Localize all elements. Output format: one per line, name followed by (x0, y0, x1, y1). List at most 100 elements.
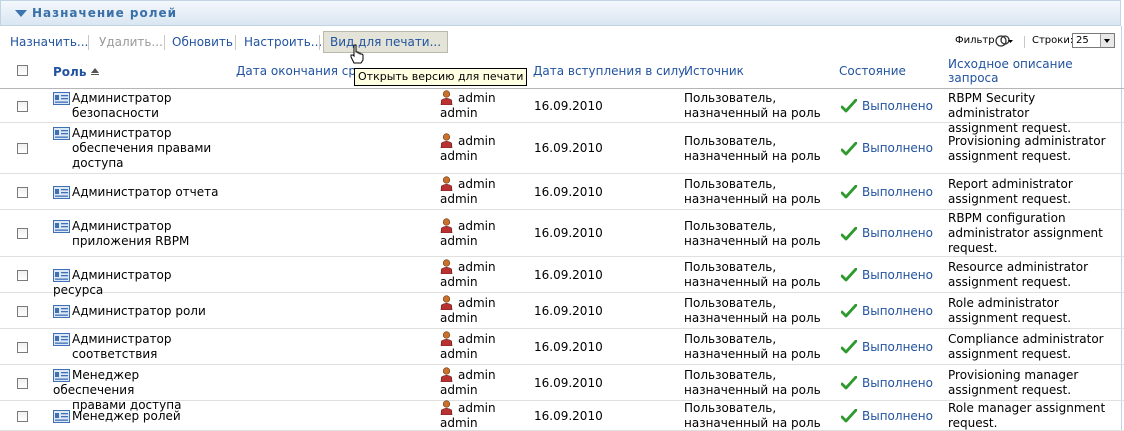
table-row: Администратор ресурса admin admin 16.09.201… (0, 257, 1124, 297)
effective-date: 16.09.2010 (534, 99, 603, 113)
status-link[interactable]: Выполнено (862, 226, 933, 241)
assigned-by-user: admin (458, 134, 496, 148)
column-status[interactable]: Состояние (839, 64, 906, 78)
role-name-link[interactable]: Администратор соответствия (53, 332, 223, 362)
assignment-source-line: назначенный на роль (684, 383, 821, 397)
request-description-line: Report administrator (948, 177, 1073, 191)
column-source[interactable]: Источник (684, 64, 744, 78)
role-name-line: Администратор (72, 126, 172, 140)
print-view-button[interactable]: Вид для печати... (323, 31, 449, 53)
table-header: Роль Дата окончания сро Дата вступления … (0, 56, 1124, 89)
user-icon (440, 133, 453, 148)
user-icon (440, 400, 453, 415)
status-link[interactable]: Выполнено (862, 409, 933, 424)
status-link[interactable]: Выполнено (862, 340, 933, 355)
dropdown-arrow-icon[interactable] (1100, 34, 1114, 47)
assigned-by-user: admin (458, 177, 496, 191)
role-name-line: Менеджер обеспечения (53, 368, 140, 397)
role-name-line: безопасности (72, 106, 159, 120)
toolbar: Назначить... Удалить... Обновить Настрои… (0, 31, 1124, 54)
assignment-source: Пользователь, назначенный на роль (684, 368, 834, 398)
check-icon (841, 304, 857, 318)
assignment-source-line: назначенный на роль (684, 192, 821, 206)
effective-date: 16.09.2010 (534, 185, 603, 199)
assigned-by-user-id: admin (440, 192, 478, 206)
toolbar-divider (164, 35, 165, 50)
rows-per-page-select[interactable]: 25 (1072, 33, 1115, 48)
assign-button[interactable]: Назначить... (10, 32, 88, 52)
request-description-line: Resource administrator (948, 260, 1089, 274)
row-checkbox[interactable] (17, 270, 28, 281)
request-description-line: Role manager assignment (948, 401, 1106, 415)
role-name-line: обеспечения правами (72, 141, 212, 155)
filter-icon[interactable] (995, 33, 1013, 49)
row-checkbox[interactable] (17, 228, 28, 239)
request-description-line: assignment request. (948, 347, 1072, 361)
role-name-link[interactable]: Администратор безопасности (53, 91, 223, 121)
sort-ascending-icon[interactable] (91, 68, 99, 73)
column-start-date[interactable]: Дата вступления в силу (533, 64, 685, 78)
request-description-line: Provisioning administrator (948, 134, 1106, 148)
status-link[interactable]: Выполнено (862, 141, 933, 156)
filter-label: Фильтр (955, 35, 995, 46)
status-link[interactable]: Выполнено (862, 268, 933, 283)
check-icon (841, 340, 857, 354)
assignment-source-line: назначенный на роль (684, 149, 821, 163)
status-link[interactable]: Выполнено (862, 304, 933, 319)
request-description: Report administrator assignment request. (948, 177, 1118, 207)
collapse-triangle-icon[interactable] (15, 10, 27, 17)
assignment-source-line: назначенный на роль (684, 275, 821, 289)
check-icon (841, 142, 857, 156)
column-description-line: запроса (948, 71, 999, 85)
request-description-line: assignment request. (948, 192, 1072, 206)
assignment-source-line: назначенный на роль (684, 416, 821, 430)
role-name-line: Менеджер ролей (72, 409, 181, 423)
request-description-line: assignment request. (948, 311, 1072, 325)
status-link[interactable]: Выполнено (862, 185, 933, 200)
row-checkbox[interactable] (17, 187, 28, 198)
assigned-by-user: admin (458, 219, 496, 233)
assigned-by-user: admin (458, 368, 496, 382)
column-description[interactable]: Исходное описание запроса (948, 57, 1073, 85)
assigned-by-user-id: admin (440, 149, 478, 163)
role-name-line: соответствия (72, 347, 158, 361)
request-description: Provisioning manager assignment request. (948, 368, 1118, 398)
assigned-by-user-id: admin (440, 347, 478, 361)
select-all-checkbox[interactable] (17, 65, 28, 76)
role-name-link[interactable]: Администратор обеспечения правами доступа (53, 126, 223, 171)
assignment-source: Пользователь, назначенный на роль (684, 401, 834, 431)
row-checkbox[interactable] (17, 143, 28, 154)
user-icon (440, 176, 453, 191)
check-icon (841, 185, 857, 199)
sort-ascending-icon-base (91, 74, 99, 75)
assignment-source-line: назначенный на роль (684, 106, 821, 120)
refresh-button[interactable]: Обновить (172, 32, 233, 52)
row-checkbox[interactable] (17, 411, 28, 422)
role-name-link[interactable]: Администратор роли (53, 304, 223, 319)
panel-header[interactable]: Назначение ролей (0, 0, 1121, 26)
role-name-link[interactable]: Администратор приложения RBPM (53, 219, 223, 249)
customize-button[interactable]: Настроить... (244, 32, 322, 52)
row-checkbox[interactable] (17, 101, 28, 112)
status-link[interactable]: Выполнено (862, 99, 933, 114)
row-checkbox[interactable] (17, 342, 28, 353)
assigned-by-user-id: admin (440, 234, 478, 248)
role-name-link[interactable]: Менеджер ролей (53, 409, 223, 424)
column-role[interactable]: Роль (53, 65, 86, 79)
request-description-line: Provisioning manager (948, 368, 1079, 382)
toolbar-divider (319, 35, 320, 50)
effective-date: 16.09.2010 (534, 340, 603, 354)
status-link[interactable]: Выполнено (862, 376, 933, 391)
row-checkbox[interactable] (17, 378, 28, 389)
assignment-source: Пользователь, назначенный на роль (684, 332, 834, 362)
row-checkbox[interactable] (17, 306, 28, 317)
delete-button[interactable]: Удалить... (99, 32, 163, 52)
tooltip: Открыть версию для печати (354, 68, 528, 86)
assigned-by-user-id: admin (440, 275, 478, 289)
assignment-source-line: Пользователь, (684, 260, 777, 274)
column-end-date[interactable]: Дата окончания сро (236, 64, 363, 78)
panel-title: Назначение ролей (32, 6, 178, 20)
role-name-link[interactable]: Администратор отчета (53, 185, 223, 200)
assignment-source: Пользователь, назначенный на роль (684, 260, 834, 290)
table-row: Администратор отчета admin admin 16.09.2010… (0, 174, 1124, 210)
